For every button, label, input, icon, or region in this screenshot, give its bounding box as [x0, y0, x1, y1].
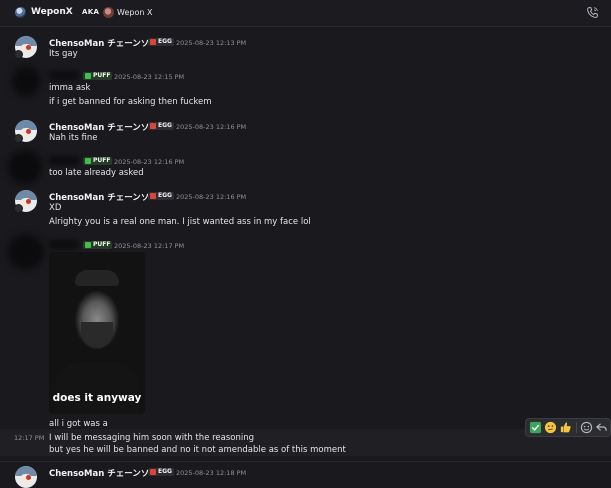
- redacted-avatar: [12, 66, 40, 96]
- message-timestamp: 2025-08-23 12:16 PM: [176, 193, 247, 201]
- egg-icon: [150, 39, 156, 45]
- message-text: too late already asked: [49, 168, 144, 178]
- message-text: XD: [49, 203, 62, 213]
- aka-label: AKA: [82, 8, 100, 16]
- server-tag[interactable]: EGG: [148, 192, 174, 200]
- user-avatar[interactable]: [15, 7, 26, 18]
- status-icon: [14, 134, 23, 143]
- embedded-meme-image[interactable]: does it anyway: [49, 252, 145, 414]
- status-icon: [14, 50, 23, 59]
- thumbs-up-reaction-icon[interactable]: [559, 421, 572, 434]
- egg-icon: [150, 469, 156, 475]
- message-text: Alrighty you is a real one man. I jist w…: [49, 217, 311, 227]
- message-author[interactable]: ChensoMan チェーンソー: [49, 121, 158, 133]
- redacted-username: [49, 156, 79, 165]
- message-author[interactable]: ChensoMan チェーンソー: [49, 37, 158, 49]
- alias-avatar: [103, 7, 114, 18]
- message-text: Its gay: [49, 49, 78, 59]
- hover-timestamp: 12:17 PM: [14, 434, 45, 442]
- message-text: imma ask: [49, 83, 91, 93]
- server-tag[interactable]: PUFF: [83, 157, 113, 165]
- redacted-avatar: [8, 150, 42, 184]
- message-timestamp: 2025-08-23 12:13 PM: [176, 39, 247, 47]
- image-caption: does it anyway: [52, 392, 142, 404]
- reply-icon[interactable]: [595, 421, 608, 434]
- channel-header: WeponX AKA Wepon X: [0, 0, 611, 27]
- message-text: Nah its fine: [49, 133, 98, 143]
- add-reaction-icon[interactable]: [580, 421, 593, 434]
- message-divider: [0, 461, 611, 462]
- toolbar-divider: [576, 422, 577, 433]
- leaf-icon: [85, 73, 91, 79]
- message-text: all i got was a: [49, 419, 108, 429]
- server-tag[interactable]: EGG: [148, 468, 174, 476]
- message-timestamp: 2025-08-23 12:16 PM: [176, 123, 247, 131]
- egg-icon: [150, 193, 156, 199]
- egg-icon: [150, 123, 156, 129]
- server-tag[interactable]: EGG: [148, 38, 174, 46]
- message-actions-toolbar: [525, 418, 611, 437]
- check-reaction-icon[interactable]: [529, 421, 542, 434]
- leaf-icon: [85, 158, 91, 164]
- redacted-username: [49, 71, 79, 80]
- message-timestamp: 2025-08-23 12:15 PM: [114, 73, 185, 81]
- server-tag[interactable]: EGG: [148, 122, 174, 130]
- thinking-reaction-icon[interactable]: [544, 421, 557, 434]
- channel-title[interactable]: WeponX: [31, 7, 73, 17]
- voice-call-icon[interactable]: [586, 6, 599, 19]
- chensoman-avatar[interactable]: [15, 466, 37, 488]
- server-tag[interactable]: PUFF: [83, 241, 113, 249]
- message-text: if i get banned for asking then fuckem: [49, 97, 212, 107]
- message-timestamp: 2025-08-23 12:18 PM: [176, 469, 247, 477]
- message-text: I will be messaging him soon with the re…: [49, 433, 255, 443]
- server-tag[interactable]: PUFF: [83, 72, 113, 80]
- message-timestamp: 2025-08-23 12:17 PM: [114, 242, 185, 250]
- message-author[interactable]: ChensoMan チェーンソー: [49, 467, 158, 479]
- alias-name: Wepon X: [117, 8, 153, 17]
- message-text: but yes he will be banned and no it not …: [49, 445, 346, 455]
- status-icon: [14, 204, 23, 213]
- redacted-avatar: [8, 234, 44, 270]
- message-author[interactable]: ChensoMan チェーンソー: [49, 191, 158, 203]
- redacted-username: [49, 240, 79, 249]
- message-timestamp: 2025-08-23 12:16 PM: [114, 158, 185, 166]
- leaf-icon: [85, 242, 91, 248]
